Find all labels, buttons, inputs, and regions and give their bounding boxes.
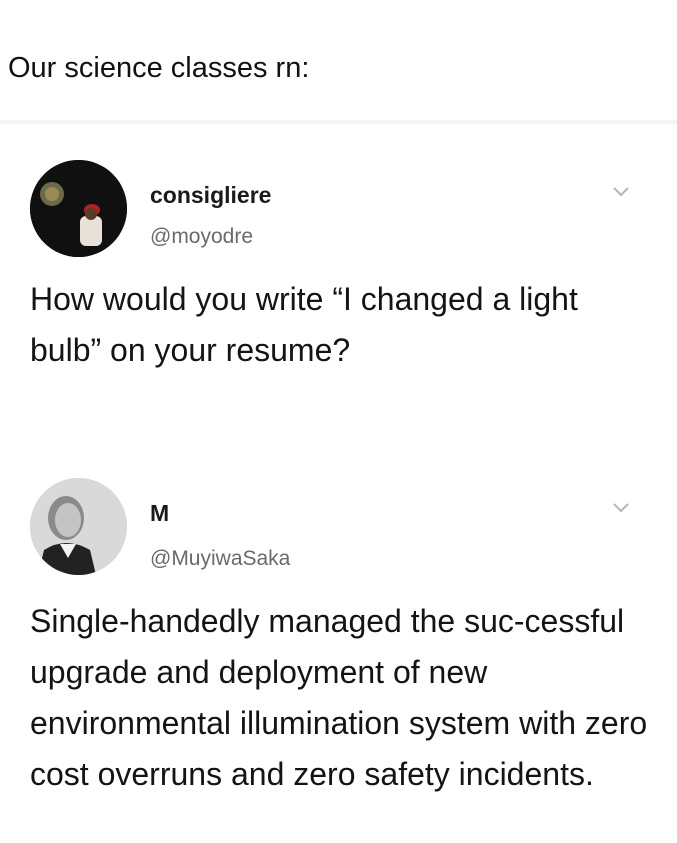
meme-caption: Our science classes rn: <box>8 52 310 84</box>
avatar-portrait-icon <box>30 478 127 575</box>
user-handle[interactable]: @moyodre <box>150 225 253 249</box>
tweet-card: M @MuyiwaSaka Single-handedly managed th… <box>0 476 677 843</box>
tweet-thread: consigliere @moyodre How would you write… <box>0 120 677 843</box>
chevron-down-icon[interactable] <box>612 186 630 198</box>
tweet-text: How would you write “I changed a light b… <box>30 281 578 368</box>
tweet-text: Single-handedly managed the suc-cessful … <box>30 603 648 792</box>
chevron-down-icon[interactable] <box>612 502 630 514</box>
user-handle[interactable]: @MuyiwaSaka <box>150 547 290 571</box>
display-name[interactable]: consigliere <box>150 182 271 209</box>
tweet-card: consigliere @moyodre How would you write… <box>0 142 677 472</box>
avatar[interactable] <box>30 160 127 257</box>
avatar[interactable] <box>30 478 127 575</box>
display-name[interactable]: M <box>150 500 169 527</box>
avatar-photo-icon <box>30 160 127 257</box>
